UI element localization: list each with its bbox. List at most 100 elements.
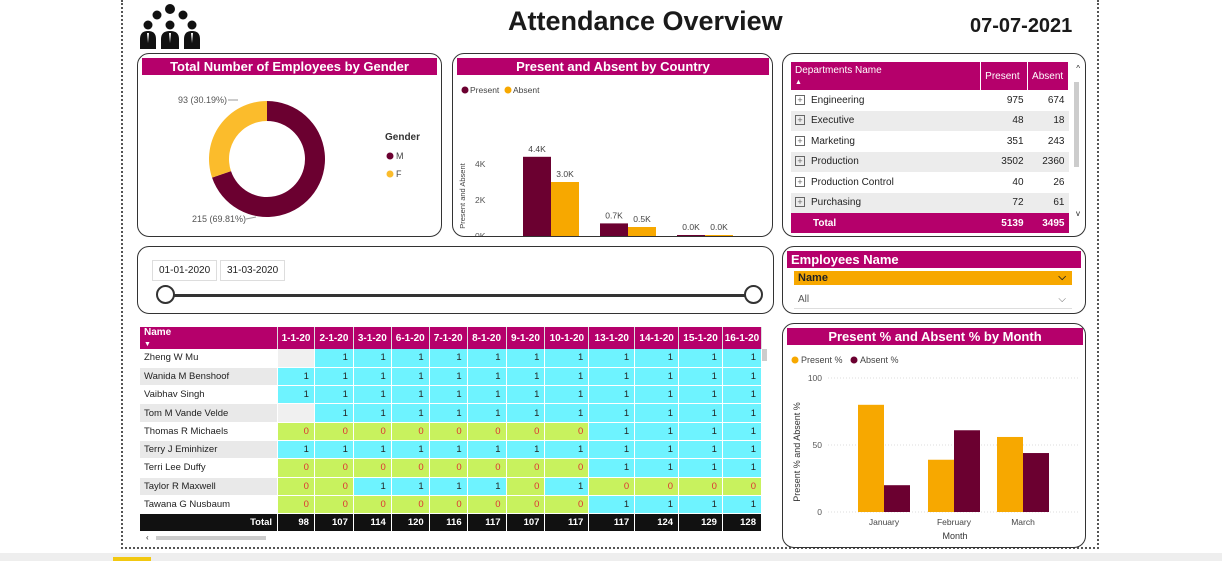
page-tabs-bar	[0, 553, 1222, 561]
date-slicer-card[interactable]: 01-01-2020 31-03-2020	[137, 246, 774, 314]
expand-icon[interactable]: +	[795, 135, 805, 146]
dept-absent-header[interactable]: Absent	[1027, 62, 1069, 90]
legend-label-present-pct[interactable]: Present %	[801, 355, 843, 365]
bar-present-india[interactable]	[600, 223, 628, 236]
donut-slice-f[interactable]	[209, 101, 267, 178]
grid-date-header[interactable]: 16-1-20	[722, 327, 763, 349]
expand-icon[interactable]: +	[795, 156, 805, 167]
name-field-header[interactable]: Name ⌵	[794, 271, 1072, 285]
scroll-down-arrow[interactable]: v	[1076, 209, 1080, 218]
legend-label-present[interactable]: Present	[470, 85, 500, 95]
employee-name[interactable]: Wanida M Benshoof	[140, 367, 279, 387]
employee-name[interactable]: Taylor R Maxwell	[140, 477, 279, 496]
date-range-track[interactable]	[166, 294, 754, 297]
expand-icon[interactable]: +	[795, 94, 805, 105]
grid-scrollbar-horizontal[interactable]	[156, 536, 266, 540]
grid-date-header[interactable]: 7-1-20	[429, 327, 468, 349]
department-row[interactable]: + Production Control 40 26	[791, 172, 1069, 193]
grid-row: Thomas R Michaels 0 0 0 0 0 0 0 0 1 1 1 1	[140, 422, 763, 441]
employee-name[interactable]: Zheng W Mu	[140, 349, 279, 368]
bar-present-march[interactable]	[997, 436, 1023, 512]
grid-date-header[interactable]: 14-1-20	[634, 327, 680, 349]
donut-label-m: 215 (69.81%)	[192, 214, 246, 224]
department-row[interactable]: + Executive 48 18	[791, 110, 1069, 131]
employee-name[interactable]: Thomas R Michaels	[140, 422, 279, 441]
grid-date-header[interactable]: 15-1-20	[678, 327, 723, 349]
employee-slicer-card[interactable]: Employees Name Name ⌵ All ⌵	[782, 246, 1086, 314]
employee-name[interactable]: Vaibhav Singh	[140, 385, 279, 405]
bar-absent-india[interactable]	[628, 227, 656, 236]
bar-absent-march[interactable]	[1023, 453, 1049, 512]
dept-name-header[interactable]: Departments Name ▲	[791, 62, 982, 90]
department-row[interactable]: + Marketing 351 243	[791, 131, 1069, 152]
attendance-cell: 1	[429, 385, 468, 405]
attendance-cell: 1	[391, 385, 430, 405]
expand-icon[interactable]: +	[795, 176, 805, 187]
department-name[interactable]: + Purchasing	[791, 192, 981, 213]
department-name[interactable]: + Production	[791, 151, 981, 172]
end-date-input[interactable]: 31-03-2020	[220, 260, 286, 281]
grid-scroll-left[interactable]: ‹	[146, 533, 149, 542]
month-bar-chart[interactable]: Present % Absent % 0 50 100 Present % and Abs…	[783, 346, 1086, 548]
attendance-matrix[interactable]: Name ▼ 1-1-20 2-1-20 3-1-20 6-1-20 7-1-20 8-1-2…	[140, 327, 768, 542]
expand-icon[interactable]: +	[795, 197, 805, 208]
department-name[interactable]: + Production Control	[791, 172, 981, 193]
legend-label-absent[interactable]: Absent	[513, 85, 540, 95]
scroll-up-arrow[interactable]: ^	[1076, 64, 1080, 73]
department-row[interactable]: + Purchasing 72 61	[791, 192, 1069, 213]
start-date-input[interactable]: 01-01-2020	[152, 260, 218, 281]
department-row[interactable]: + Production 3502 2360	[791, 151, 1069, 172]
bar-absent-france[interactable]	[705, 235, 733, 236]
attendance-cell: 1	[678, 403, 723, 423]
grid-scrollbar-vertical[interactable]	[762, 349, 767, 361]
range-start-handle[interactable]	[156, 285, 175, 304]
month-card[interactable]: Present % and Absent % by Month Present …	[782, 323, 1086, 548]
grid-date-header[interactable]: 8-1-20	[467, 327, 507, 349]
department-name[interactable]: + Engineering	[791, 90, 981, 111]
grid-date-header[interactable]: 1-1-20	[277, 327, 315, 349]
legend-dot-m	[386, 152, 394, 160]
grid-date-header[interactable]: 9-1-20	[506, 327, 546, 349]
grid-date-header[interactable]: 2-1-20	[314, 327, 354, 349]
grid-name-header[interactable]: Name ▼	[140, 327, 279, 349]
country-card[interactable]: Present and Absent by Country Present Abs…	[452, 53, 773, 237]
employee-name[interactable]: Terry J Eminhizer	[140, 440, 279, 460]
legend-label-absent-pct[interactable]: Absent %	[860, 355, 899, 365]
legend-label-f[interactable]: F	[396, 169, 402, 179]
grid-scroll-up[interactable]: ^	[764, 329, 768, 338]
gender-donut-chart[interactable]: 93 (30.19%) 215 (69.81%) Gender MF	[138, 76, 442, 236]
department-name[interactable]: + Marketing	[791, 131, 981, 152]
bar-present-january[interactable]	[858, 404, 884, 512]
attendance-cell: 1	[722, 349, 763, 368]
department-row[interactable]: + Engineering 975 674	[791, 90, 1069, 111]
grid-date-header[interactable]: 3-1-20	[353, 327, 392, 349]
department-name[interactable]: + Executive	[791, 110, 981, 131]
employee-dropdown[interactable]: All ⌵	[794, 291, 1072, 309]
bar-present-united-states[interactable]	[523, 156, 551, 236]
grid-date-header[interactable]: 6-1-20	[391, 327, 430, 349]
grid-date-header[interactable]: 10-1-20	[544, 327, 590, 349]
attendance-cell: 1	[634, 385, 680, 405]
attendance-cell: 0	[467, 458, 507, 478]
attendance-table: Name ▼ 1-1-20 2-1-20 3-1-20 6-1-20 7-1-20 8-1-2…	[140, 327, 763, 533]
bar-absent-january[interactable]	[884, 485, 910, 512]
bar-present-france[interactable]	[677, 235, 705, 236]
employee-name[interactable]: Tom M Vande Velde	[140, 403, 279, 423]
employee-name[interactable]: Tawana G Nusbaum	[140, 495, 279, 515]
bar-present-february[interactable]	[928, 459, 954, 512]
dept-present-header[interactable]: Present	[980, 62, 1029, 90]
country-bar-chart[interactable]: Present Absent 0K 2K 4K Present and Absent 4.4…	[453, 76, 773, 237]
expand-icon[interactable]: +	[795, 115, 805, 126]
active-page-tab[interactable]	[113, 557, 151, 561]
gender-card[interactable]: Total Number of Employees by Gender 93 (…	[137, 53, 442, 237]
attendance-cell: 0	[277, 477, 315, 496]
bar-absent-february[interactable]	[954, 430, 980, 512]
bar-absent-united-states[interactable]	[551, 182, 579, 236]
departments-scrollbar[interactable]	[1074, 82, 1079, 167]
range-end-handle[interactable]	[744, 285, 763, 304]
grid-date-header[interactable]: 13-1-20	[588, 327, 636, 349]
employee-name[interactable]: Terri Lee Duffy	[140, 458, 279, 478]
total-label: Total	[791, 213, 981, 233]
legend-label-m[interactable]: M	[396, 151, 404, 161]
departments-card[interactable]: Departments Name ▲ Present Absent + Engine…	[782, 53, 1086, 237]
